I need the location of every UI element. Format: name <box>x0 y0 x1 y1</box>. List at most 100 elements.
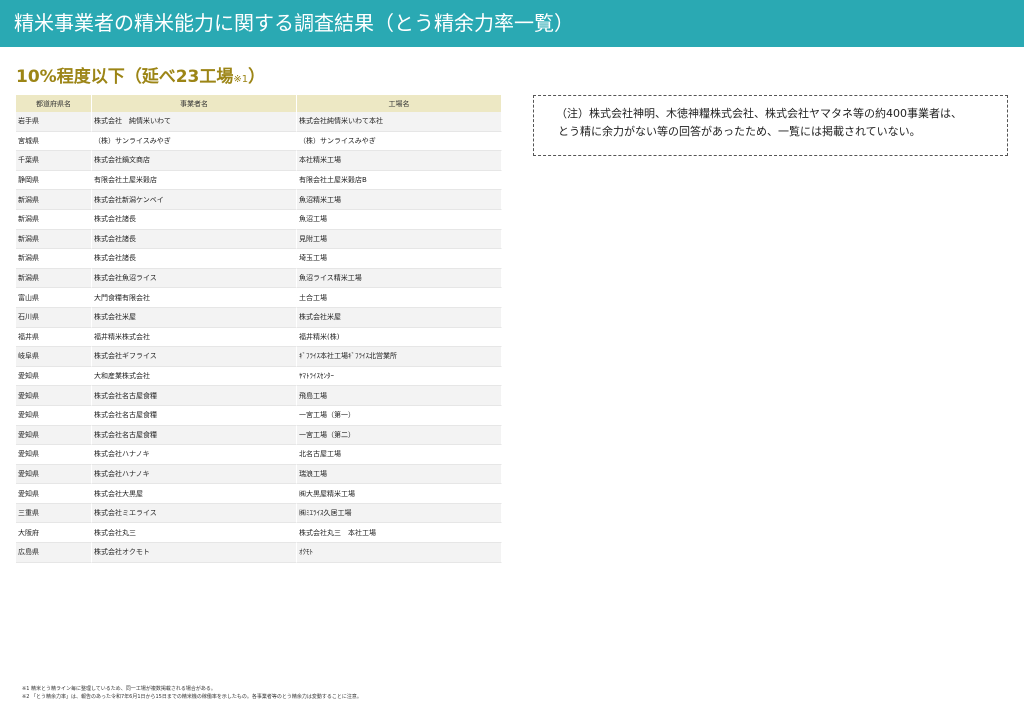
cell-company: 株式会社大黒屋 <box>92 484 297 504</box>
table-row: 愛知県 株式会社大黒屋 ㈱大黒屋精米工場 <box>16 484 502 504</box>
column-header-company: 事業者名 <box>92 95 297 112</box>
footnote-2: ※2 「とう精余力率」は、報告のあった令和7年6月1日から15日までの精米機の稼… <box>22 694 362 700</box>
cell-factory: ㈱ﾐｴﾗｲｽ久居工場 <box>297 503 502 524</box>
cell-company: 福井精米株式会社 <box>92 327 297 348</box>
cell-prefecture: 新潟県 <box>16 268 92 289</box>
column-header-factory: 工場名 <box>297 95 502 112</box>
cell-company: 大和産業株式会社 <box>92 366 297 387</box>
cell-factory: ｵｸﾓﾄ <box>297 543 502 563</box>
cell-prefecture: 石川県 <box>16 307 92 328</box>
table-row: 富山県 大門食糧有限会社 土合工場 <box>16 288 502 308</box>
cell-factory: 瑞浪工場 <box>297 464 502 485</box>
cell-factory: ﾔﾏﾄﾗｲｽｾﾝﾀｰ <box>297 366 502 387</box>
cell-prefecture: 福井県 <box>16 327 92 348</box>
cell-factory: 株式会社丸三 本社工場 <box>297 523 502 544</box>
cell-prefecture: 愛知県 <box>16 405 92 426</box>
table-row: 愛知県 株式会社ハナノキ 北名古屋工場 <box>16 445 502 465</box>
table-row: 愛知県 株式会社名古屋食糧 一宮工場（第二） <box>16 425 502 446</box>
cell-company: 株式会社諸長 <box>92 209 297 230</box>
cell-prefecture: 静岡県 <box>16 170 92 191</box>
cell-company: 株式会社 純情米いわて <box>92 112 297 132</box>
section-note-mark: ※1 <box>233 74 249 85</box>
notice-line-1: （注）株式会社神明、木徳神糧株式会社、株式会社ヤマタネ等の約400事業者は、 <box>556 107 962 120</box>
cell-company: 株式会社ギフライス <box>92 347 297 367</box>
table-body: 岩手県 株式会社 純情米いわて 株式会社純情米いわて本社 宮城県 （株）サンライスみやぎ… <box>16 112 502 563</box>
cell-company: 株式会社ミエライス <box>92 503 297 524</box>
cell-company: 株式会社諸長 <box>92 249 297 269</box>
table-row: 宮城県 （株）サンライスみやぎ （株）サンライスみやぎ <box>16 131 502 152</box>
cell-prefecture: 愛知県 <box>16 366 92 387</box>
cell-factory: 埼玉工場 <box>297 249 502 269</box>
cell-company: 株式会社諸長 <box>92 229 297 250</box>
cell-factory: 福井精米(株) <box>297 327 502 348</box>
cell-prefecture: 広島県 <box>16 543 92 563</box>
table-row: 新潟県 株式会社諸長 埼玉工場 <box>16 249 502 269</box>
factory-table-container: 都道府県名 事業者名 工場名 岩手県 株式会社 純情米いわて 株式会社純情米いわて本… <box>16 95 502 563</box>
cell-company: 株式会社名古屋食糧 <box>92 425 297 446</box>
page-title: 精米事業者の精米能力に関する調査結果（とう精余力率一覧） <box>14 11 574 35</box>
column-header-prefecture: 都道府県名 <box>16 95 92 112</box>
cell-company: 大門食糧有限会社 <box>92 288 297 308</box>
table-row: 岐阜県 株式会社ギフライス ｷﾞﾌﾗｲｽ本社工場ｷﾞﾌﾗｲｽ北営業所 <box>16 347 502 367</box>
cell-company: 株式会社鍋文商店 <box>92 151 297 171</box>
section-title-close: ） <box>248 67 266 87</box>
table-row: 新潟県 株式会社新潟ケンベイ 魚沼精米工場 <box>16 190 502 210</box>
cell-prefecture: 愛知県 <box>16 484 92 504</box>
cell-company: 株式会社丸三 <box>92 523 297 544</box>
cell-prefecture: 富山県 <box>16 288 92 308</box>
cell-company: 株式会社新潟ケンベイ <box>92 190 297 210</box>
cell-company: 有限会社土屋米穀店 <box>92 170 297 191</box>
table-row: 石川県 株式会社米屋 株式会社米屋 <box>16 307 502 328</box>
table-row: 愛知県 大和産業株式会社 ﾔﾏﾄﾗｲｽｾﾝﾀｰ <box>16 366 502 387</box>
table-row: 三重県 株式会社ミエライス ㈱ﾐｴﾗｲｽ久居工場 <box>16 503 502 524</box>
cell-factory: 一宮工場（第二） <box>297 425 502 446</box>
table-row: 静岡県 有限会社土屋米穀店 有限会社土屋米穀店B <box>16 170 502 191</box>
cell-factory: 飛島工場 <box>297 386 502 406</box>
notice-box: （注）株式会社神明、木徳神糧株式会社、株式会社ヤマタネ等の約400事業者は、 と… <box>533 95 1008 156</box>
cell-factory: ｷﾞﾌﾗｲｽ本社工場ｷﾞﾌﾗｲｽ北営業所 <box>297 347 502 367</box>
table-row: 愛知県 株式会社名古屋食糧 飛島工場 <box>16 386 502 406</box>
cell-prefecture: 新潟県 <box>16 249 92 269</box>
cell-prefecture: 岐阜県 <box>16 347 92 367</box>
table-row: 千葉県 株式会社鍋文商店 本社精米工場 <box>16 151 502 171</box>
section-title: 10%程度以下（延べ23工場※1） <box>16 62 265 87</box>
cell-prefecture: 大阪府 <box>16 523 92 544</box>
cell-prefecture: 新潟県 <box>16 229 92 250</box>
page-header: 精米事業者の精米能力に関する調査結果（とう精余力率一覧） <box>0 0 1024 47</box>
table-row: 岩手県 株式会社 純情米いわて 株式会社純情米いわて本社 <box>16 112 502 132</box>
cell-factory: 株式会社純情米いわて本社 <box>297 112 502 132</box>
cell-prefecture: 愛知県 <box>16 386 92 406</box>
cell-prefecture: 岩手県 <box>16 112 92 132</box>
table-row: 新潟県 株式会社諸長 魚沼工場 <box>16 209 502 230</box>
table-row: 新潟県 株式会社諸長 見附工場 <box>16 229 502 250</box>
cell-prefecture: 三重県 <box>16 503 92 524</box>
cell-prefecture: 愛知県 <box>16 445 92 465</box>
cell-prefecture: 新潟県 <box>16 209 92 230</box>
cell-company: 株式会社ハナノキ <box>92 445 297 465</box>
cell-factory: 一宮工場（第一） <box>297 405 502 426</box>
cell-prefecture: 千葉県 <box>16 151 92 171</box>
table-row: 愛知県 株式会社ハナノキ 瑞浪工場 <box>16 464 502 485</box>
cell-factory: ㈱大黒屋精米工場 <box>297 484 502 504</box>
table-row: 大阪府 株式会社丸三 株式会社丸三 本社工場 <box>16 523 502 544</box>
cell-factory: 本社精米工場 <box>297 151 502 171</box>
table-header-row: 都道府県名 事業者名 工場名 <box>16 95 502 112</box>
notice-line-2: とう精に余力がない等の回答があったため、一覧には掲載されていない。 <box>558 125 921 138</box>
cell-factory: （株）サンライスみやぎ <box>297 131 502 152</box>
table-row: 新潟県 株式会社魚沼ライス 魚沼ライス精米工場 <box>16 268 502 289</box>
table-row: 愛知県 株式会社名古屋食糧 一宮工場（第一） <box>16 405 502 426</box>
factory-table: 都道府県名 事業者名 工場名 岩手県 株式会社 純情米いわて 株式会社純情米いわて本… <box>16 95 502 563</box>
cell-prefecture: 新潟県 <box>16 190 92 210</box>
footnote-1: ※1 精米とう精ライン毎に整理しているため、同一工場が複数掲載される場合がある。 <box>22 686 216 692</box>
cell-factory: 見附工場 <box>297 229 502 250</box>
cell-factory: 土合工場 <box>297 288 502 308</box>
section-title-text: 10%程度以下（延べ23工場 <box>16 67 234 87</box>
cell-factory: 北名古屋工場 <box>297 445 502 465</box>
footnotes: ※1 精米とう精ライン毎に整理しているため、同一工場が複数掲載される場合がある。… <box>22 685 362 701</box>
cell-factory: 有限会社土屋米穀店B <box>297 170 502 191</box>
table-row: 広島県 株式会社オクモト ｵｸﾓﾄ <box>16 543 502 563</box>
cell-company: 株式会社米屋 <box>92 307 297 328</box>
cell-prefecture: 宮城県 <box>16 131 92 152</box>
cell-company: 株式会社オクモト <box>92 543 297 563</box>
cell-factory: 魚沼ライス精米工場 <box>297 268 502 289</box>
